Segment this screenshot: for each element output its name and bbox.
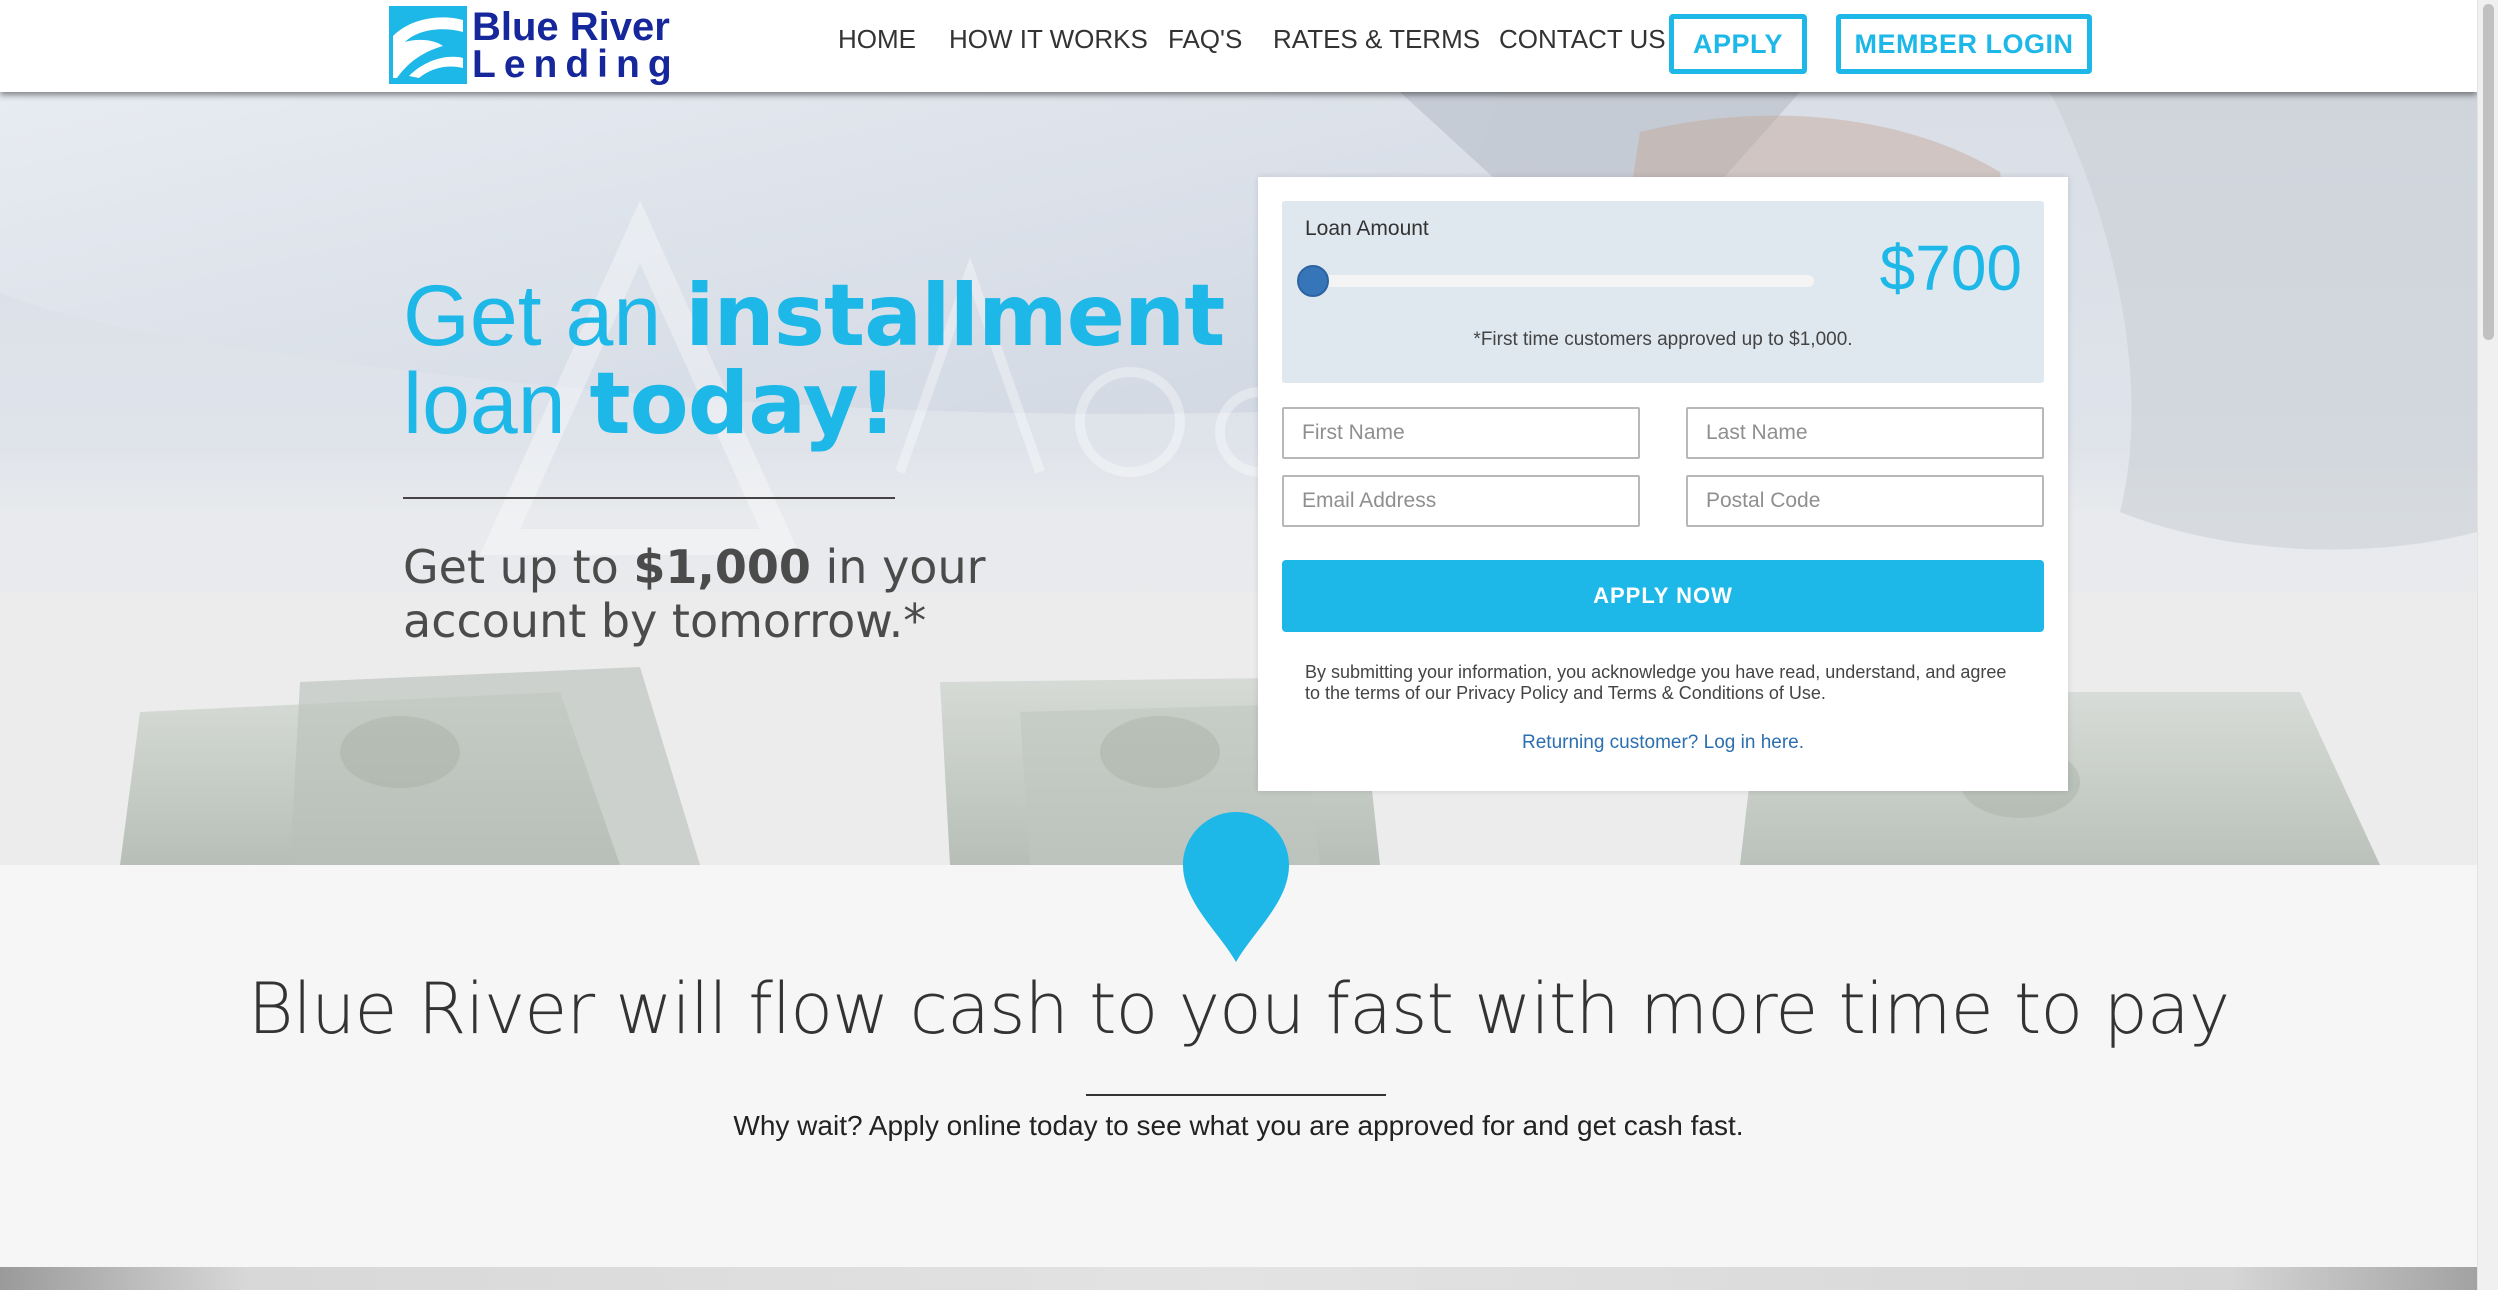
- hero-headline: Get an installment loan today!: [403, 272, 1303, 448]
- hero-divider: [403, 497, 895, 499]
- map-pin-icon: [1183, 812, 1289, 962]
- apply-now-button[interactable]: APPLY NOW: [1282, 560, 2044, 632]
- scroll-thumb[interactable]: [2483, 4, 2494, 340]
- loan-application-form: Loan Amount $700 *First time customers a…: [1258, 177, 2068, 791]
- loan-amount-panel: Loan Amount $700 *First time customers a…: [1282, 201, 2044, 383]
- river-logo-icon: [389, 6, 467, 84]
- member-login-button[interactable]: MEMBER LOGIN: [1836, 14, 2092, 74]
- email-field[interactable]: [1282, 475, 1640, 527]
- nav-how-it-works[interactable]: HOW IT WORKS: [949, 24, 1148, 55]
- loan-amount-label: Loan Amount: [1305, 217, 1429, 240]
- page: Blue River Lending HOME HOW IT WORKS FAQ…: [0, 0, 2498, 1290]
- hero-sub-amount: $1,000: [633, 540, 811, 594]
- next-section-edge: [0, 1267, 2477, 1290]
- brand-line-1: Blue River: [472, 5, 670, 49]
- hero-subheadline: Get up to $1,000 in your account by tomo…: [403, 540, 1003, 648]
- form-disclaimer: By submitting your information, you ackn…: [1305, 662, 2007, 703]
- nav-home[interactable]: HOME: [838, 24, 916, 55]
- page-scrollbar[interactable]: [2477, 0, 2498, 1290]
- last-name-field[interactable]: [1686, 407, 2044, 459]
- hero-sub-part-1: Get up to: [403, 540, 634, 594]
- postal-code-field[interactable]: [1686, 475, 2044, 527]
- loan-amount-value: $700: [1879, 232, 2022, 304]
- first-name-field[interactable]: [1282, 407, 1640, 459]
- brand-line-2: Lending: [472, 43, 680, 86]
- hero-section: Get an installment loan today! Get up to…: [0, 92, 2477, 865]
- headline-emphasis-2: today!: [589, 354, 897, 454]
- nav-faqs[interactable]: FAQ'S: [1168, 24, 1242, 55]
- headline-emphasis-1: installment: [685, 266, 1225, 366]
- returning-customer-link[interactable]: Returning customer? Log in here.: [1258, 732, 2068, 754]
- section-subtitle: Why wait? Apply online today to see what…: [733, 1110, 1744, 1141]
- section-title: Blue River will flow cash to you fast wi…: [247, 968, 2230, 1050]
- section-divider: [1086, 1094, 1386, 1096]
- brand-logo[interactable]: Blue River Lending: [389, 5, 680, 86]
- nav-apply-button[interactable]: APPLY: [1669, 14, 1807, 74]
- hero-background-image: [0, 92, 2477, 865]
- headline-part-2: loan: [403, 356, 590, 452]
- slider-handle[interactable]: [1297, 265, 1329, 297]
- headline-part-1: Get an: [403, 268, 686, 364]
- loan-amount-note: *First time customers approved up to $1,…: [1473, 329, 1853, 350]
- nav-contact-us[interactable]: CONTACT US: [1499, 24, 1666, 55]
- top-navbar: Blue River Lending HOME HOW IT WORKS FAQ…: [0, 0, 2477, 92]
- nav-rates-terms[interactable]: RATES & TERMS: [1273, 24, 1480, 55]
- loan-amount-slider[interactable]: [1297, 265, 1814, 297]
